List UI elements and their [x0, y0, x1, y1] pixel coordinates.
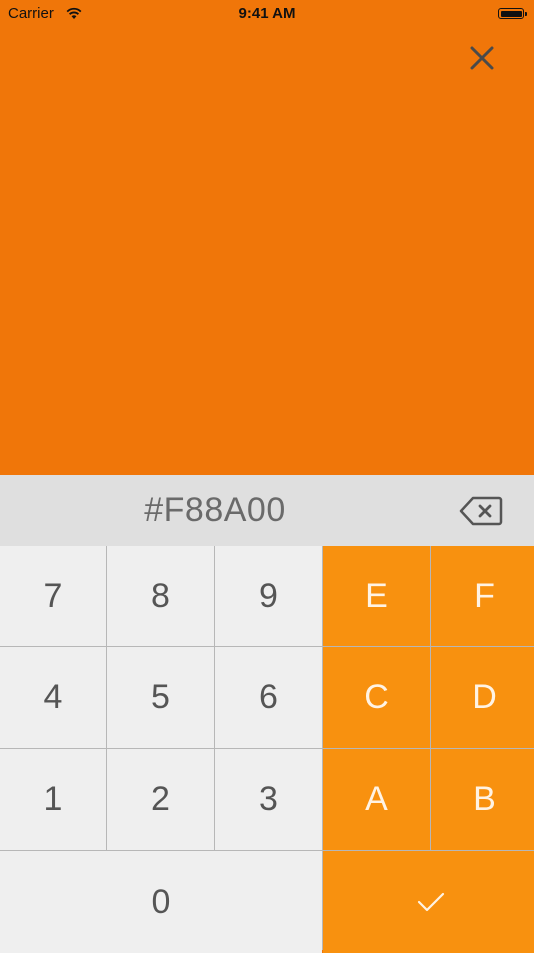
close-button[interactable] [462, 38, 502, 78]
clock: 9:41 AM [238, 5, 296, 22]
key-1[interactable]: 1 [0, 749, 106, 850]
hex-value-display: #F88A00 [144, 491, 286, 529]
key-a[interactable]: A [323, 749, 430, 850]
backspace-button[interactable] [458, 495, 504, 527]
status-bar: Carrier 9:41 AM [0, 0, 534, 28]
confirm-button[interactable] [323, 851, 534, 953]
checkmark-icon [417, 892, 444, 912]
key-d[interactable]: D [431, 647, 534, 748]
key-7[interactable]: 7 [0, 546, 106, 646]
key-f[interactable]: F [431, 546, 534, 646]
key-c[interactable]: C [323, 647, 430, 748]
hex-input-bar: #F88A00 [0, 475, 534, 546]
keypad: 7 8 9 E F 4 5 6 C D 1 2 3 A B 0 [0, 546, 534, 953]
key-6[interactable]: 6 [215, 647, 322, 748]
battery-icon [498, 8, 527, 19]
key-e[interactable]: E [323, 546, 430, 646]
key-4[interactable]: 4 [0, 647, 106, 748]
backspace-icon [459, 496, 503, 526]
key-5[interactable]: 5 [107, 647, 214, 748]
key-0[interactable]: 0 [0, 851, 322, 953]
key-9[interactable]: 9 [215, 546, 322, 646]
color-preview [0, 0, 534, 475]
key-3[interactable]: 3 [215, 749, 322, 850]
key-8[interactable]: 8 [107, 546, 214, 646]
key-b[interactable]: B [431, 749, 534, 850]
close-icon [470, 46, 494, 70]
key-2[interactable]: 2 [107, 749, 214, 850]
